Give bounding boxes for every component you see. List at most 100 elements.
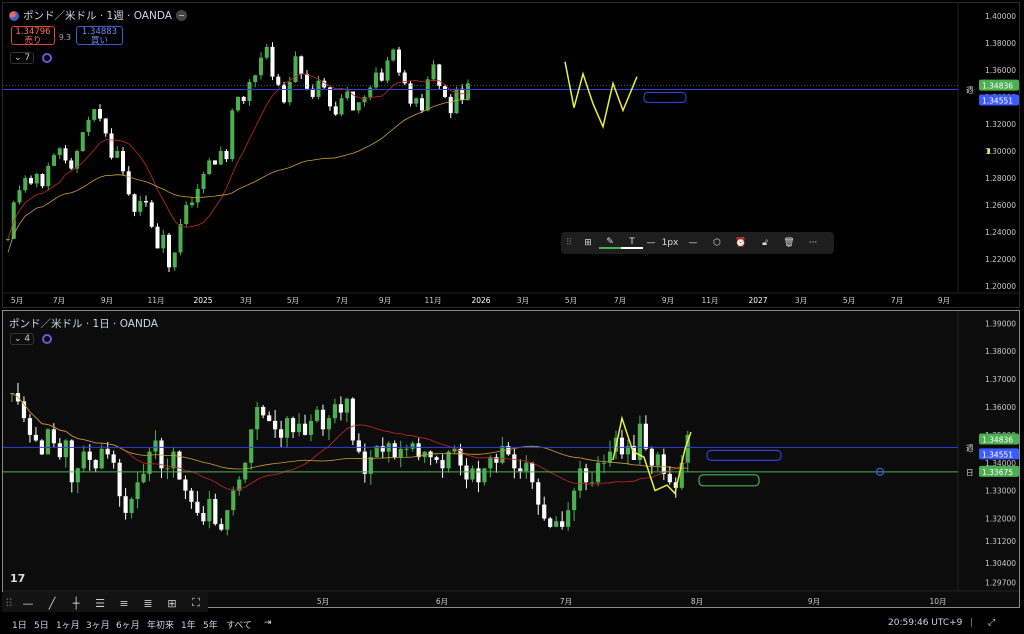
daily-candle bbox=[530, 462, 535, 483]
weekly-candle bbox=[287, 82, 292, 103]
daily-candle bbox=[129, 499, 134, 513]
weekly-chart-canvas[interactable]: 1.400001.380001.360001.340001.320001.300… bbox=[3, 3, 1019, 307]
daily-chart-pane[interactable]: 1.390001.380001.370001.360001.350001.340… bbox=[2, 310, 1020, 608]
daily-y-tick: 1.36000 bbox=[985, 403, 1016, 412]
daily-candle bbox=[153, 440, 158, 452]
text-color-icon[interactable]: T bbox=[621, 237, 643, 249]
fib-extension-tool-icon[interactable]: ≣ bbox=[136, 597, 160, 610]
range-3m[interactable]: 3ヶ月 bbox=[86, 618, 110, 631]
trash-icon[interactable]: 🗑︎ bbox=[777, 238, 801, 248]
weekly-last-price-label: 1.34836 bbox=[982, 82, 1013, 91]
weekly-chart-pane[interactable]: 1.400001.380001.360001.340001.320001.300… bbox=[2, 2, 1020, 308]
daily-candle bbox=[476, 468, 481, 483]
indicator-settings-icon[interactable] bbox=[42, 334, 53, 344]
weekly-x-tick: 9月 bbox=[662, 296, 674, 305]
indicator-count: 4 bbox=[24, 334, 31, 344]
weekly-candle bbox=[391, 49, 396, 61]
daily-candle bbox=[589, 482, 595, 484]
legend-toggle-icon[interactable]: − bbox=[175, 10, 187, 21]
daily-chart-canvas[interactable]: 1.390001.380001.370001.360001.350001.340… bbox=[3, 311, 1019, 607]
range-ytd[interactable]: 年初来 bbox=[147, 618, 174, 631]
range-1m[interactable]: 1ヶ月 bbox=[56, 618, 80, 631]
daily-candle bbox=[308, 420, 314, 435]
weekly-candle bbox=[51, 155, 57, 166]
daily-candle bbox=[595, 462, 601, 483]
drawing-tools-bar[interactable]: ⠿ — ╱ ┼ ☰ ≡ ≣ ⊞ ⛶ bbox=[2, 592, 208, 614]
templates-icon[interactable]: ⊞ bbox=[577, 238, 599, 248]
drawing-toolbar[interactable]: ⠿ ⊞ ✎ T — 1px — ⬡ ⏰ 🔓︎ 🗑︎ ··· bbox=[561, 232, 834, 254]
daily-candle bbox=[524, 462, 529, 472]
weekly-indicators-row[interactable]: ⌄ 7 bbox=[10, 52, 53, 64]
weekly-x-tick: 11月 bbox=[701, 296, 718, 305]
daily-indicators-row[interactable]: ⌄ 4 bbox=[10, 333, 53, 345]
daily-candle bbox=[284, 418, 290, 438]
daily-candle bbox=[243, 462, 248, 480]
sell-button[interactable]: 1.34796 売り bbox=[11, 26, 55, 46]
weekly-candle bbox=[276, 76, 281, 85]
grid-tool-icon[interactable]: ⊞ bbox=[160, 597, 184, 610]
range-5y[interactable]: 5年 bbox=[203, 618, 218, 631]
weekly-x-tick: 5月 bbox=[11, 296, 23, 305]
range-5d[interactable]: 5日 bbox=[34, 618, 49, 631]
indicators-collapse-button[interactable]: ⌄ 7 bbox=[10, 52, 35, 64]
parallel-channel-tool-icon[interactable]: ☰ bbox=[88, 597, 112, 610]
clock[interactable]: 20:59:46 UTC+9 bbox=[888, 618, 962, 628]
weekly-candle bbox=[207, 160, 212, 174]
weekly-candle bbox=[339, 98, 344, 115]
daily-candle bbox=[362, 451, 367, 474]
fib-retracement-tool-icon[interactable]: ≡ bbox=[112, 597, 136, 610]
alert-icon[interactable]: ⏰ bbox=[729, 238, 753, 248]
weekly-x-tick: 3月 bbox=[517, 296, 529, 305]
indicators-collapse-button[interactable]: ⌄ 4 bbox=[10, 333, 35, 345]
horizontal-line-tool-icon[interactable]: — bbox=[16, 597, 40, 610]
weekly-candle bbox=[120, 151, 126, 172]
daily-green-tag-label: 1.33675 bbox=[982, 468, 1013, 477]
settings-hex-icon[interactable]: ⬡ bbox=[705, 238, 729, 248]
weekly-candle bbox=[132, 194, 137, 212]
goto-date-icon[interactable]: ⇥ bbox=[264, 618, 272, 628]
weekly-candle bbox=[350, 91, 356, 111]
daily-candle bbox=[302, 423, 308, 435]
indicator-settings-icon[interactable] bbox=[42, 53, 53, 63]
daily-candle bbox=[87, 451, 92, 460]
vertical-line-tool-icon[interactable]: ┼ bbox=[64, 597, 88, 610]
weekly-candle bbox=[115, 151, 120, 158]
range-1y[interactable]: 1年 bbox=[181, 618, 196, 631]
daily-candle bbox=[249, 429, 254, 463]
weekly-candle bbox=[442, 86, 448, 97]
lock-icon[interactable]: 🔓︎ bbox=[753, 238, 777, 248]
weekly-candle bbox=[161, 234, 166, 249]
weekly-candle bbox=[327, 87, 333, 107]
weekly-x-tick: 5月 bbox=[843, 296, 855, 305]
daily-green-marker-label: 日 bbox=[966, 468, 974, 477]
daily-candle bbox=[422, 451, 427, 458]
weekly-y-tick: 1.36000 bbox=[985, 66, 1016, 75]
weekly-candle bbox=[103, 118, 108, 134]
weekly-candle bbox=[241, 96, 246, 101]
line-type-icon[interactable]: — bbox=[681, 238, 705, 248]
weekly-yellow-zigzag bbox=[564, 61, 638, 130]
range-all[interactable]: すべて bbox=[226, 618, 252, 631]
range-6m[interactable]: 6ヶ月 bbox=[116, 618, 140, 631]
weekly-candle bbox=[345, 91, 350, 99]
more-icon[interactable]: ··· bbox=[801, 238, 825, 248]
weekly-y-tick: 1.22000 bbox=[985, 255, 1016, 264]
daily-candle bbox=[655, 454, 660, 466]
daily-candle bbox=[255, 407, 260, 430]
drag-handle-icon[interactable]: ⠿ bbox=[2, 597, 16, 610]
tradingview-logo[interactable]: 17 bbox=[10, 572, 25, 585]
daily-candle bbox=[296, 423, 302, 433]
buy-button[interactable]: 1.34883 買い bbox=[76, 26, 123, 46]
fullscreen-icon[interactable]: ⤢ bbox=[988, 618, 995, 628]
line-width-label[interactable]: 1px bbox=[659, 238, 681, 248]
weekly-candle bbox=[149, 202, 154, 227]
range-1d[interactable]: 1日 bbox=[12, 618, 27, 631]
drag-handle-icon[interactable]: ⠿ bbox=[561, 238, 577, 248]
line-style-icon[interactable]: — bbox=[643, 238, 659, 248]
trend-line-tool-icon[interactable]: ╱ bbox=[40, 597, 64, 610]
daily-candle bbox=[93, 459, 98, 469]
rectangle-tool-icon[interactable]: ⛶ bbox=[184, 596, 208, 610]
weekly-y-tick: 1.32000 bbox=[985, 120, 1016, 129]
pencil-color-icon[interactable]: ✎ bbox=[599, 237, 621, 249]
daily-candle bbox=[213, 499, 218, 525]
